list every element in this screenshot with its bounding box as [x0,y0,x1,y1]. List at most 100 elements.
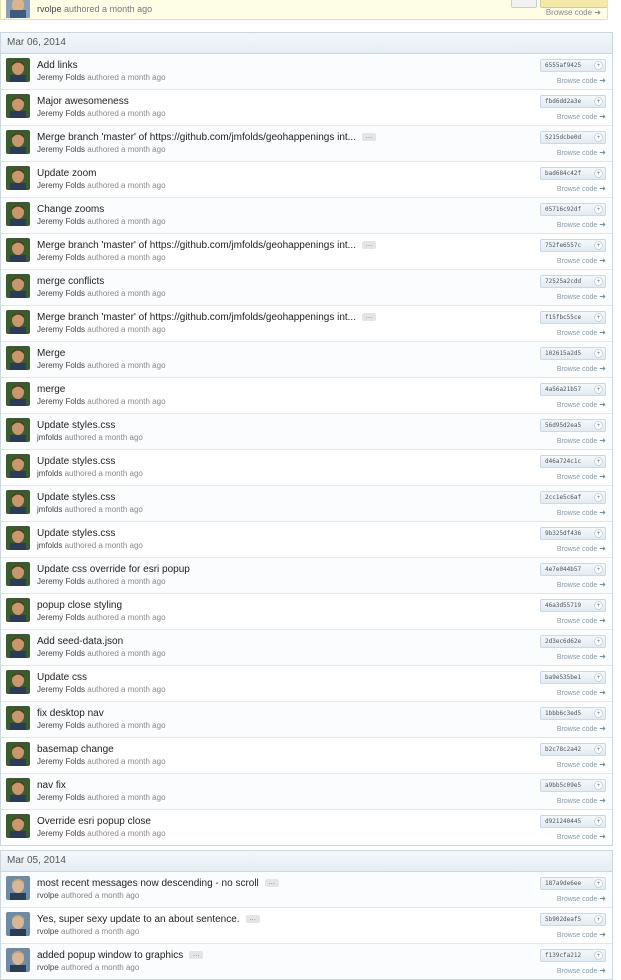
author-link[interactable]: Jeremy Folds [37,109,85,118]
commit-sha-button[interactable]: f139cfa212 + [540,949,606,962]
plus-icon[interactable]: + [594,277,603,286]
plus-icon[interactable]: + [594,205,603,214]
browse-code-link[interactable]: Browse code ➜ [557,400,606,409]
plus-icon[interactable]: + [594,565,603,574]
commit-sha-button[interactable]: 56d95d2ea5 + [540,419,606,432]
commit-message-link[interactable]: Merge branch 'master' of https://github.… [37,312,356,323]
commit-message-link[interactable]: Add seed-data.json [37,636,123,647]
author-link[interactable]: Jeremy Folds [37,73,85,82]
avatar[interactable] [6,238,30,262]
plus-icon[interactable]: + [594,601,603,610]
ellipsis-icon[interactable]: … [362,133,376,142]
browse-code-link[interactable]: Browse code ➜ [557,832,606,841]
browse-code-link[interactable]: Browse code ➜ [557,652,606,661]
commit-message-link[interactable]: Override esri popup close [37,816,151,827]
commit-sha-button[interactable]: fbd6dd2a3e + [540,95,606,108]
ellipsis-icon[interactable]: … [362,313,376,322]
commit-message-link[interactable]: Update styles.css [37,420,115,431]
author-link[interactable]: Jeremy Folds [37,145,85,154]
browse-code-link[interactable]: Browse code ➜ [557,966,606,975]
browse-code-link[interactable]: Browse code ➜ [557,220,606,229]
plus-icon[interactable]: + [594,133,603,142]
browse-code-link[interactable]: Browse code ➜ [557,760,606,769]
avatar[interactable] [6,526,30,550]
author-link[interactable]: rvolpe [37,927,59,936]
avatar[interactable] [6,562,30,586]
author-link[interactable]: Jeremy Folds [37,217,85,226]
browse-code-link[interactable]: Browse code ➜ [557,148,606,157]
avatar[interactable] [6,274,30,298]
avatar[interactable] [6,58,30,82]
browse-code-link[interactable]: Browse code ➜ [557,76,606,85]
plus-icon[interactable]: + [594,493,603,502]
plus-icon[interactable]: + [594,385,603,394]
plus-icon[interactable]: + [594,61,603,70]
commit-sha-button[interactable]: 187a9de6ee + [540,877,606,890]
plus-icon[interactable]: + [594,673,603,682]
author-link[interactable]: Jeremy Folds [37,793,85,802]
commit-message-link[interactable]: merge conflicts [37,276,104,287]
commit-sha-button[interactable]: f15fbc55ce + [540,311,606,324]
commit-sha-button[interactable]: 5215dcbe0d + [540,131,606,144]
plus-icon[interactable]: + [594,951,603,960]
commit-sha-button[interactable]: 4e7e044b57 + [540,563,606,576]
browse-code-link[interactable]: Browse code ➜ [557,112,606,121]
commit-sha-button[interactable]: 6555af9425 + [540,59,606,72]
commit-sha-button[interactable]: 9b325df436 + [540,527,606,540]
partial-button[interactable] [511,0,537,8]
author-link[interactable]: Jeremy Folds [37,325,85,334]
commit-sha-button[interactable]: b2c78c2a42 + [540,743,606,756]
author-link[interactable]: jmfolds [37,469,62,478]
browse-code-link[interactable]: Browse code ➜ [557,724,606,733]
commit-message-link[interactable]: Merge branch 'master' of https://github.… [37,240,356,251]
browse-code-link[interactable]: Browse code ➜ [557,184,606,193]
browse-code-link[interactable]: Browse code ➜ [557,508,606,517]
browse-code-link[interactable]: Browse code ➜ [557,328,606,337]
plus-icon[interactable]: + [594,169,603,178]
ellipsis-icon[interactable]: … [245,915,260,924]
plus-icon[interactable]: + [594,349,603,358]
commit-sha-button[interactable]: ba9e535be1 + [540,671,606,684]
avatar[interactable] [6,94,30,118]
commit-message-link[interactable]: Add links [37,60,78,71]
commit-sha-button[interactable]: 752fe6557c + [540,239,606,252]
plus-icon[interactable]: + [594,241,603,250]
author-link[interactable]: Jeremy Folds [37,757,85,766]
ellipsis-icon[interactable]: … [189,951,204,960]
commit-sha-button[interactable]: 4a56a21b57 + [540,383,606,396]
partial-sha-button[interactable] [540,0,607,8]
commit-message-link[interactable]: nav fix [37,780,66,791]
browse-code-link[interactable]: Browse code ➜ [557,796,606,805]
commit-message-link[interactable]: Yes, super sexy update to an about sente… [37,914,240,925]
commit-message-link[interactable]: merge [37,384,65,395]
author-link[interactable]: Jeremy Folds [37,397,85,406]
avatar[interactable] [6,706,30,730]
commit-sha-button[interactable]: 46a3d55719 + [540,599,606,612]
author-link[interactable]: Jeremy Folds [37,181,85,190]
avatar[interactable] [6,778,30,802]
plus-icon[interactable]: + [594,421,603,430]
avatar[interactable] [6,0,30,18]
commit-message-link[interactable]: Update zoom [37,168,96,179]
browse-code-link[interactable]: Browse code ➜ [557,580,606,589]
author-link[interactable]: Jeremy Folds [37,649,85,658]
browse-code-link[interactable]: Browse code ➜ [546,8,601,17]
plus-icon[interactable]: + [594,637,603,646]
author-link[interactable]: Jeremy Folds [37,289,85,298]
commit-message-link[interactable]: Major awesomeness [37,96,129,107]
browse-code-link[interactable]: Browse code ➜ [557,616,606,625]
commit-message-link[interactable]: Update styles.css [37,528,115,539]
browse-code-link[interactable]: Browse code ➜ [557,472,606,481]
author-link[interactable]: rvolpe [37,963,59,972]
browse-code-link[interactable]: Browse code ➜ [557,436,606,445]
author-link[interactable]: jmfolds [37,433,62,442]
author-link[interactable]: rvolpe [37,891,59,900]
avatar[interactable] [6,814,30,838]
commit-sha-button[interactable]: 2cc1e5c6af + [540,491,606,504]
browse-code-link[interactable]: Browse code ➜ [557,364,606,373]
author-link[interactable]: jmfolds [37,505,62,514]
author-link[interactable]: Jeremy Folds [37,829,85,838]
commit-message-link[interactable]: Merge [37,348,65,359]
plus-icon[interactable]: + [594,879,603,888]
commit-sha-button[interactable]: 72525a2cdd + [540,275,606,288]
